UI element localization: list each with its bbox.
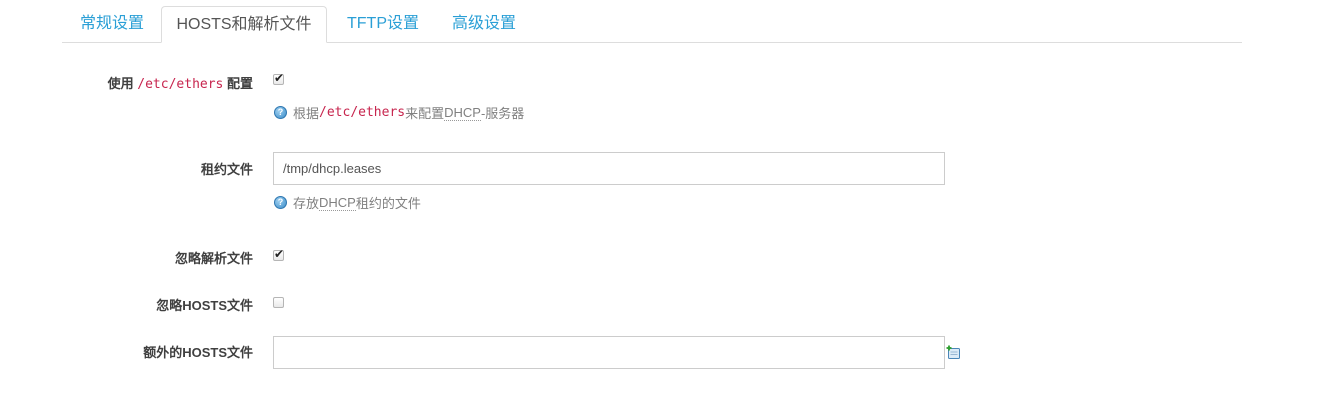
help-icon: ? <box>274 106 287 119</box>
ethers-help-code: /etc/ethers <box>319 105 406 120</box>
addnhosts-input[interactable] <box>273 336 945 369</box>
leasefile-input[interactable] <box>273 152 945 185</box>
leasefile-help: ? 存放 DHCP 租约的文件 <box>274 193 421 212</box>
add-entry-icon[interactable] <box>946 345 961 360</box>
leasefile-help-suffix: 租约的文件 <box>355 196 421 211</box>
leasefile-help-abbr: DHCP <box>319 194 356 211</box>
ethers-label-prefix: 使用 <box>107 76 138 91</box>
tab-bar: 常规设置 HOSTS和解析文件 TFTP设置 高级设置 <box>62 6 1242 43</box>
ethers-help-prefix: 根据 <box>293 106 320 121</box>
ethers-help-suffix: -服务器 <box>480 106 525 121</box>
ethers-checkbox[interactable]: ✔ <box>273 71 285 85</box>
tab-general[interactable]: 常规设置 <box>64 6 160 42</box>
tab-hosts-resolv[interactable]: HOSTS和解析文件 <box>161 6 327 43</box>
noresolv-label: 忽略解析文件 <box>174 251 253 266</box>
addnhosts-label: 额外的HOSTS文件 <box>143 345 253 360</box>
leasefile-label: 租约文件 <box>200 162 253 177</box>
nohosts-label: 忽略HOSTS文件 <box>156 298 253 313</box>
ethers-label: 使用 /etc/ethers 配置 <box>108 73 253 92</box>
noresolv-checkbox[interactable]: ✔ <box>273 247 285 261</box>
nohosts-checkbox[interactable] <box>273 297 284 308</box>
ethers-label-code: /etc/ethers <box>137 77 224 92</box>
dhcp-settings-page: 常规设置 HOSTS和解析文件 TFTP设置 高级设置 使用 /etc/ethe… <box>0 0 1322 400</box>
ethers-help-abbr: DHCP <box>444 104 481 121</box>
ethers-label-suffix: 配置 <box>223 76 253 91</box>
leasefile-help-prefix: 存放 <box>293 196 320 211</box>
ethers-help-middle: 来配置 <box>405 106 445 121</box>
ethers-help: ? 根据 /etc/ethers 来配置 DHCP -服务器 <box>274 103 524 122</box>
checkmark-icon: ✔ <box>274 247 285 261</box>
tab-advanced[interactable]: 高级设置 <box>436 6 532 42</box>
checkmark-icon: ✔ <box>274 71 285 85</box>
help-icon: ? <box>274 196 287 209</box>
tab-tftp[interactable]: TFTP设置 <box>331 6 435 42</box>
